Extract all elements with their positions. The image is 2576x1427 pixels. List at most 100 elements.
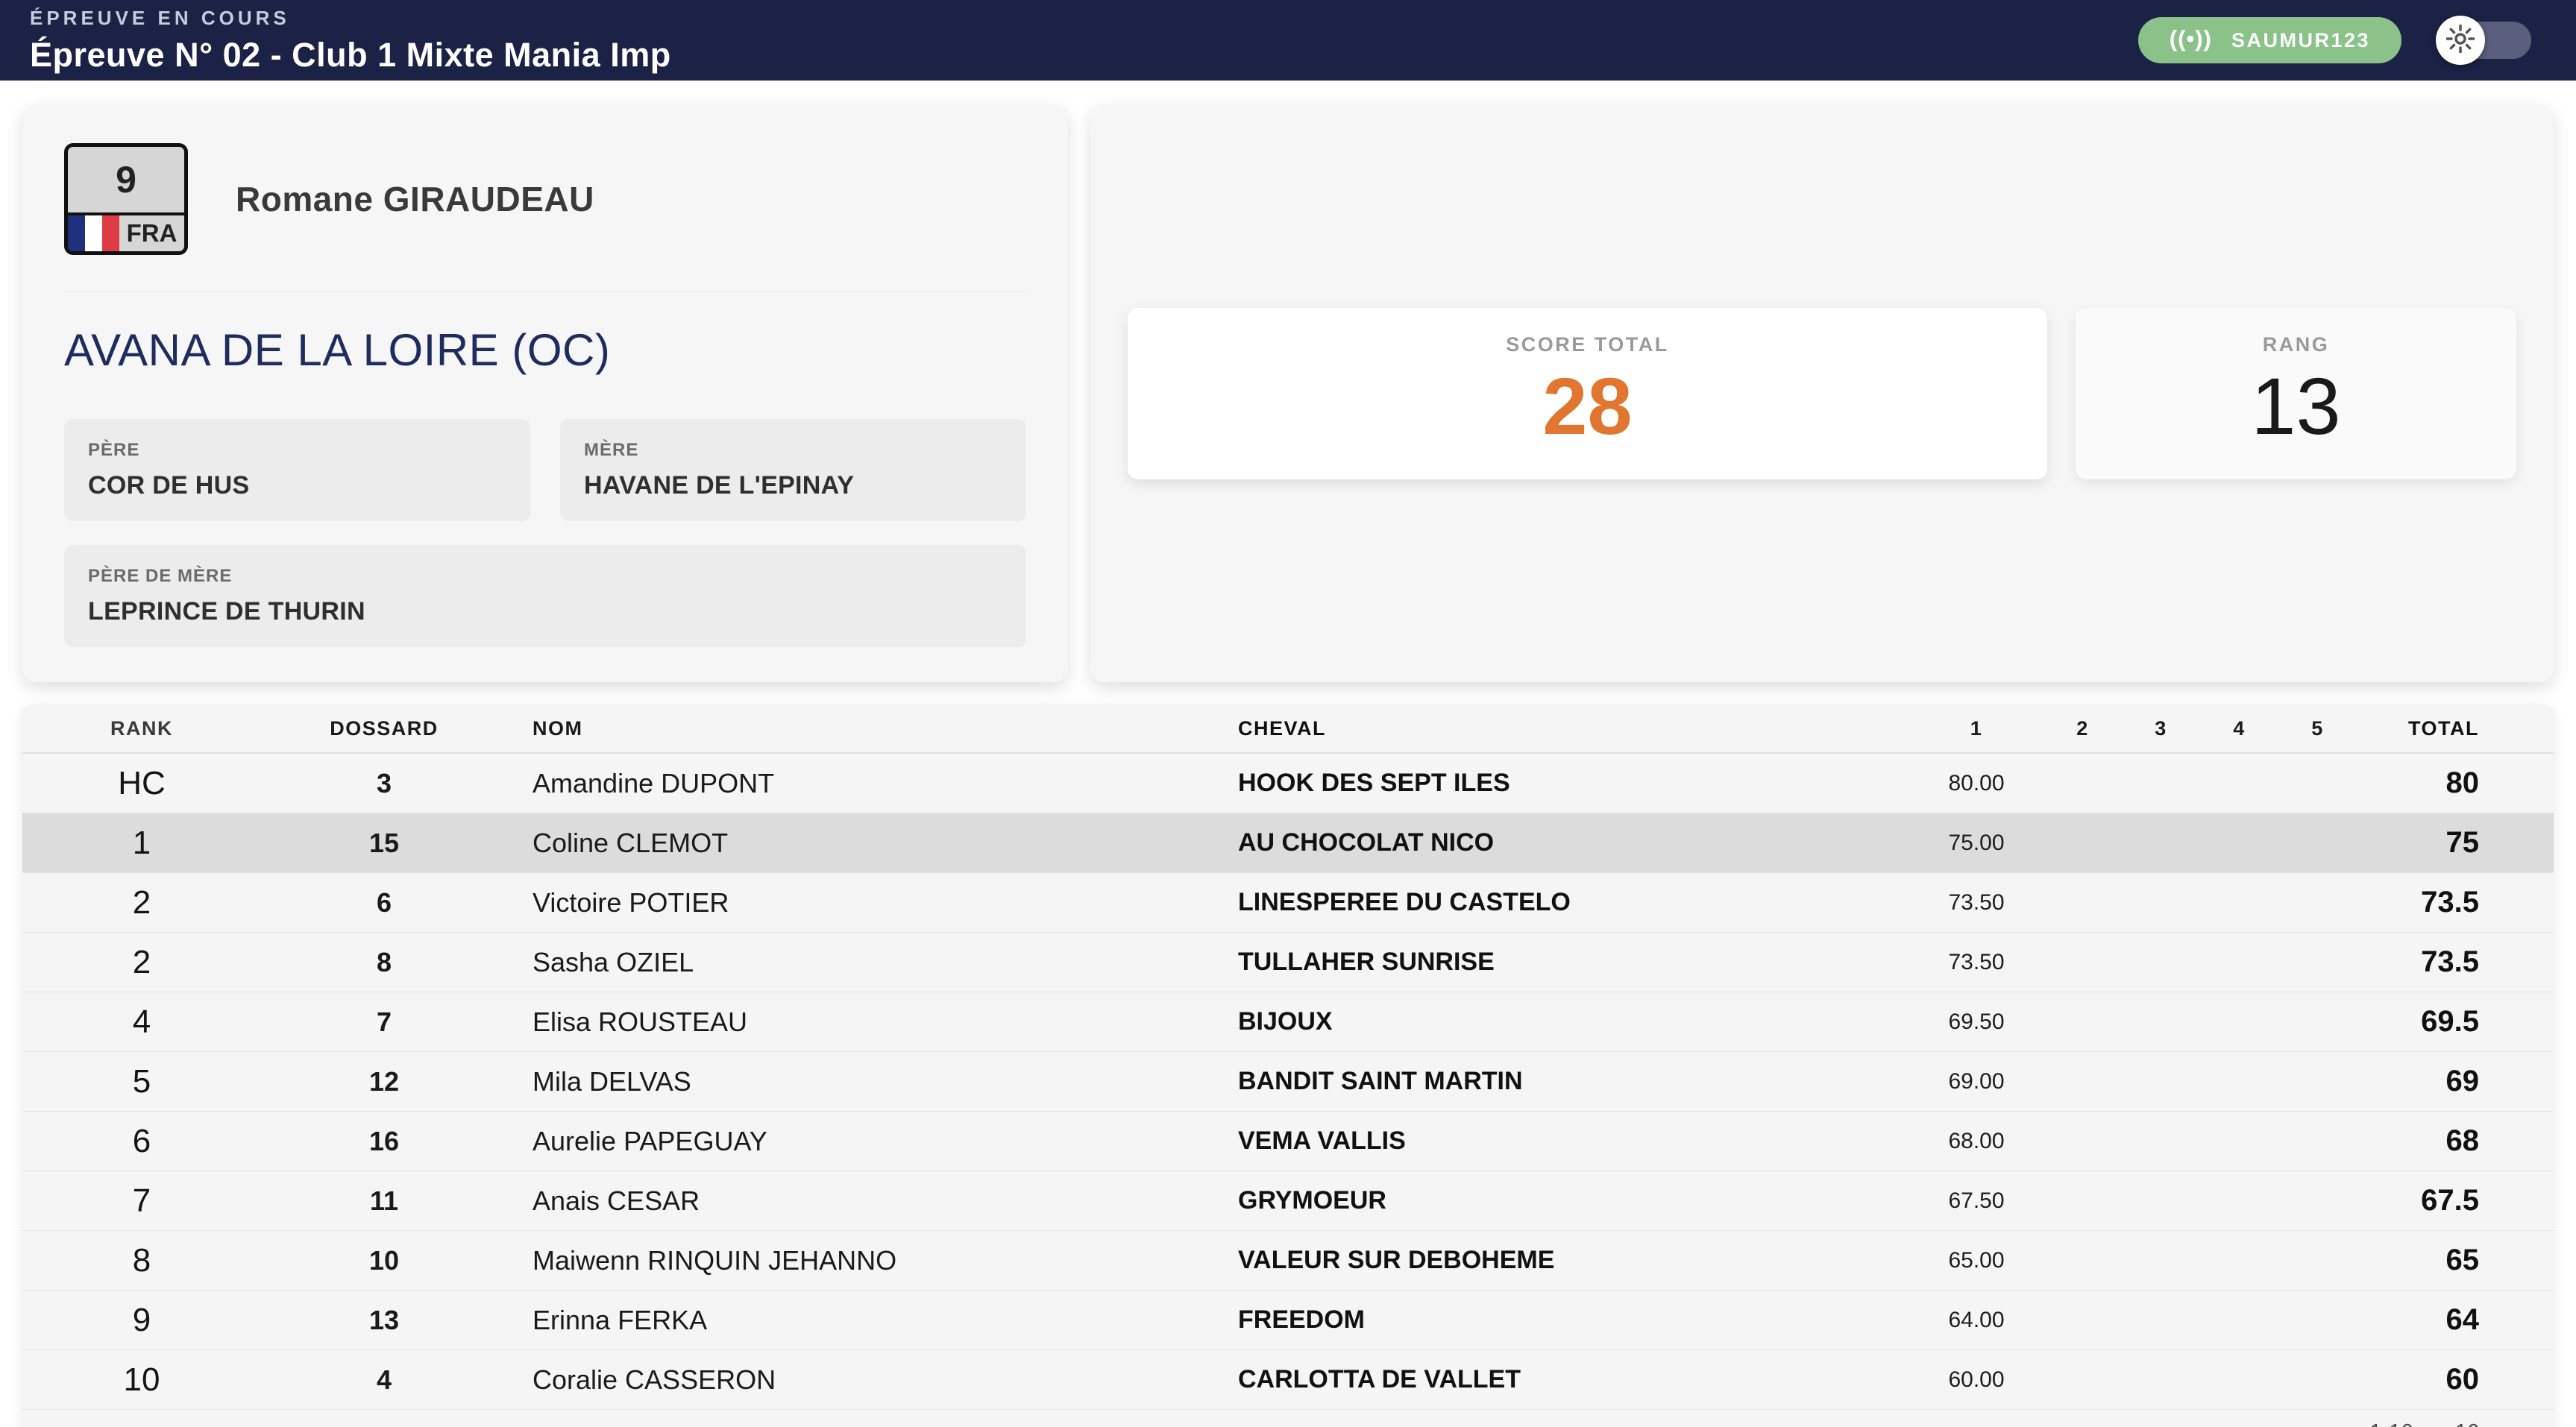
cell-total: 80	[2357, 766, 2554, 800]
cell-rank: 2	[22, 884, 261, 922]
cell-rank: 10	[22, 1361, 261, 1399]
cell-total: 69.5	[2357, 1005, 2554, 1039]
cell-total: 73.5	[2357, 945, 2554, 979]
theme-toggle-knob[interactable]	[2436, 16, 2485, 65]
pedigree-value: COR DE HUS	[88, 471, 506, 500]
cell-rank: 5	[22, 1063, 261, 1100]
cell-cheval: HOOK DES SEPT ILES	[1216, 769, 1909, 798]
table-row[interactable]: 104Coralie CASSERONCARLOTTA DE VALLET60.…	[22, 1350, 2554, 1410]
current-rider-card: 9 FRA Romane GIRAUDEAU AVANA DE LA LOIRE…	[22, 104, 1068, 682]
cell-nom: Coline CLEMOT	[507, 828, 1216, 859]
cell-rank: 7	[22, 1182, 261, 1220]
event-title: Épreuve N° 02 - Club 1 Mixte Mania Imp	[30, 36, 671, 75]
cell-cheval: BIJOUX	[1216, 1007, 1909, 1036]
cell-nom: Sasha OZIEL	[507, 947, 1216, 978]
pedigree-label: MÈRE	[584, 440, 1002, 461]
cell-nom: Erinna FERKA	[507, 1305, 1216, 1336]
table-row[interactable]: 810Maiwenn RINQUIN JEHANNOVALEUR SUR DEB…	[22, 1231, 2554, 1291]
cell-total: 65	[2357, 1244, 2554, 1277]
cell-dossard: 8	[261, 947, 507, 978]
results-table: RANKDOSSARDNOMCHEVAL12345TOTAL HC3Amandi…	[22, 705, 2554, 1427]
cell-s1: 69.50	[1909, 1009, 2043, 1035]
top-bar: ÉPREUVE EN COURS Épreuve N° 02 - Club 1 …	[0, 0, 2576, 81]
event-status-kicker: ÉPREUVE EN COURS	[30, 7, 671, 30]
cell-cheval: BANDIT SAINT MARTIN	[1216, 1067, 1909, 1096]
pedigree-section: PÈRE COR DE HUS MÈRE HAVANE DE L'EPINAY …	[64, 419, 1026, 647]
column-header-2[interactable]: 2	[2043, 717, 2122, 740]
table-row[interactable]: 913Erinna FERKAFREEDOM64.0064	[22, 1291, 2554, 1350]
table-row[interactable]: 115Coline CLEMOTAU CHOCOLAT NICO75.0075	[22, 813, 2554, 873]
column-header-4[interactable]: 4	[2200, 717, 2278, 740]
cell-cheval: GRYMOEUR	[1216, 1186, 1909, 1215]
france-flag-icon	[68, 215, 119, 251]
table-row[interactable]: 47Elisa ROUSTEAUBIJOUX69.50 69.5	[22, 992, 2554, 1052]
live-channel-badge[interactable]: ((•)) SAUMUR123	[2138, 17, 2401, 63]
pedigree-value: HAVANE DE L'EPINAY	[584, 471, 1002, 500]
cell-total: 73.5	[2357, 886, 2554, 919]
table-row[interactable]: 28Sasha OZIELTULLAHER SUNRISE73.5073.5	[22, 933, 2554, 992]
cell-cheval: LINESPEREE DU CASTELO	[1216, 888, 1909, 917]
score-panel: SCORE TOTAL 28 RANG 13	[1090, 104, 2554, 682]
cell-dossard: 15	[261, 828, 507, 859]
rank-card: RANG 13	[2076, 308, 2516, 479]
horse-name: AVANA DE LA LOIRE (OC)	[64, 324, 1026, 376]
cell-total: 64	[2357, 1303, 2554, 1337]
cell-dossard: 10	[261, 1245, 507, 1276]
pedigree-label: PÈRE	[88, 440, 506, 461]
cell-nom: Elisa ROUSTEAU	[507, 1007, 1216, 1038]
cell-dossard: 6	[261, 887, 507, 919]
table-row[interactable]: 512Mila DELVASBANDIT SAINT MARTIN69.0069	[22, 1052, 2554, 1112]
cell-rank: HC	[22, 765, 261, 802]
pedigree-value: LEPRINCE DE THURIN	[88, 597, 1002, 626]
pedigree-sire-box: PÈRE COR DE HUS	[64, 419, 530, 521]
column-header-rank[interactable]: RANK	[22, 717, 261, 740]
cell-rank: 6	[22, 1123, 261, 1160]
pagination-label: 1-16 sur 16	[22, 1410, 2554, 1427]
cell-total: 60	[2357, 1363, 2554, 1396]
divider	[64, 291, 1026, 292]
sun-icon	[2446, 25, 2475, 57]
column-header-3[interactable]: 3	[2122, 717, 2200, 740]
cell-s1: 65.00	[1909, 1248, 2043, 1273]
column-header-total[interactable]: TOTAL	[2357, 717, 2554, 740]
cell-nom: Coralie CASSERON	[507, 1364, 1216, 1396]
column-header-nom[interactable]: NOM	[507, 717, 1216, 740]
cell-cheval: CARLOTTA DE VALLET	[1216, 1365, 1909, 1394]
column-header-dossard[interactable]: DOSSARD	[261, 717, 507, 740]
theme-toggle[interactable]	[2436, 16, 2533, 65]
cell-nom: Maiwenn RINQUIN JEHANNO	[507, 1245, 1216, 1276]
cell-dossard: 7	[261, 1007, 507, 1038]
cell-s1: 68.00	[1909, 1129, 2043, 1154]
table-row[interactable]: 26Victoire POTIERLINESPEREE DU CASTELO73…	[22, 873, 2554, 933]
score-total-card: SCORE TOTAL 28	[1128, 308, 2047, 479]
cell-nom: Amandine DUPONT	[507, 768, 1216, 799]
table-row[interactable]: HC3Amandine DUPONTHOOK DES SEPT ILES80.0…	[22, 754, 2554, 813]
cell-s1: 60.00	[1909, 1367, 2043, 1393]
column-header-5[interactable]: 5	[2278, 717, 2357, 740]
cell-s1: 73.50	[1909, 890, 2043, 916]
cell-total: 67.5	[2357, 1184, 2554, 1217]
cell-cheval: FREEDOM	[1216, 1305, 1909, 1335]
cell-dossard: 4	[261, 1364, 507, 1396]
cell-rank: 4	[22, 1004, 261, 1041]
cell-dossard: 3	[261, 768, 507, 799]
cell-rank: 9	[22, 1302, 261, 1339]
cell-total: 75	[2357, 826, 2554, 860]
cell-cheval: VEMA VALLIS	[1216, 1127, 1909, 1156]
rank-value: 13	[2251, 362, 2340, 451]
cell-s1: 69.00	[1909, 1069, 2043, 1094]
cell-rank: 8	[22, 1242, 261, 1279]
results-table-body: HC3Amandine DUPONTHOOK DES SEPT ILES80.0…	[22, 754, 2554, 1410]
cell-dossard: 12	[261, 1066, 507, 1097]
table-row[interactable]: 711Anais CESARGRYMOEUR67.5067.5	[22, 1171, 2554, 1231]
broadcast-icon: ((•))	[2170, 25, 2212, 52]
pedigree-label: PÈRE DE MÈRE	[88, 566, 1002, 587]
score-total-value: 28	[1542, 362, 1632, 451]
live-channel-label: SAUMUR123	[2231, 29, 2370, 52]
cell-cheval: TULLAHER SUNRISE	[1216, 948, 1909, 977]
cell-s1: 67.50	[1909, 1188, 2043, 1214]
column-header-1[interactable]: 1	[1909, 717, 2043, 740]
cell-total: 68	[2357, 1124, 2554, 1158]
table-row[interactable]: 616Aurelie PAPEGUAYVEMA VALLIS68.0068	[22, 1112, 2554, 1171]
column-header-cheval[interactable]: CHEVAL	[1216, 717, 1909, 740]
